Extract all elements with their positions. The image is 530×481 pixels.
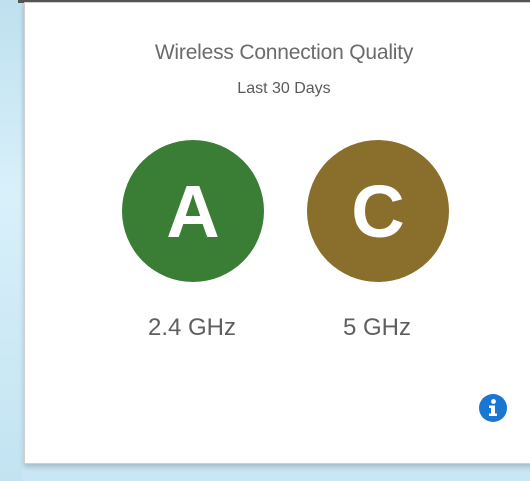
- card-subtitle: Last 30 Days: [237, 80, 331, 97]
- connection-quality-card: Wireless Connection Quality Last 30 Days…: [24, 2, 530, 464]
- info-icon[interactable]: [478, 393, 508, 423]
- info-icon-dot: [491, 399, 496, 404]
- card-title: Wireless Connection Quality: [154, 41, 414, 64]
- grade-badge-2-4ghz: A: [122, 140, 264, 282]
- band-label-2-4ghz: 2.4 GHz: [147, 314, 237, 341]
- band-label-5ghz: 5 GHz: [342, 314, 411, 341]
- grade-badge-5ghz: C: [307, 140, 449, 282]
- page-backdrop: [0, 0, 22, 481]
